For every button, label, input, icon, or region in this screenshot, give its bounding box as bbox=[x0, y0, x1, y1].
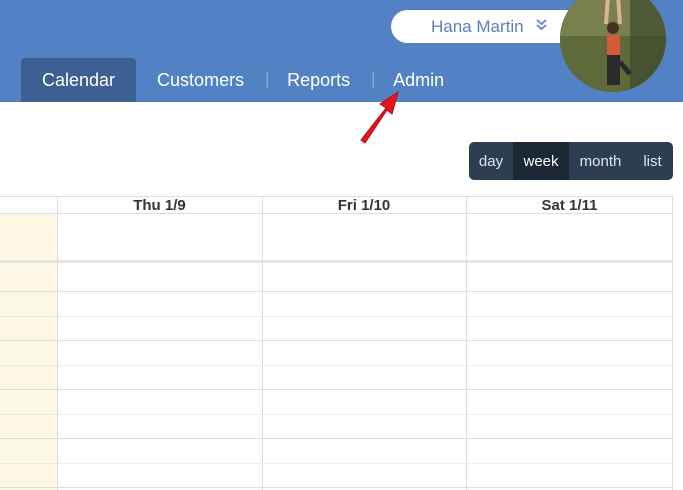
column-divider bbox=[672, 196, 673, 490]
slot-line bbox=[0, 365, 673, 366]
view-switcher: day week month list bbox=[469, 142, 673, 180]
day-header: Fri 1/10 bbox=[262, 196, 466, 214]
slot-line bbox=[0, 463, 673, 464]
column-divider bbox=[466, 196, 467, 490]
slot-line bbox=[0, 438, 673, 439]
double-chevron-down-icon bbox=[535, 19, 547, 34]
tab-calendar[interactable]: Calendar bbox=[21, 58, 137, 102]
view-month-button[interactable]: month bbox=[569, 142, 632, 180]
day-header: Sat 1/11 bbox=[466, 196, 673, 214]
slot-line bbox=[0, 316, 673, 317]
week-calendar-grid: Thu 1/9 Fri 1/10 Sat 1/11 bbox=[0, 196, 673, 490]
view-week-button[interactable]: week bbox=[513, 142, 569, 180]
column-divider bbox=[57, 196, 58, 490]
view-list-button[interactable]: list bbox=[632, 142, 673, 180]
allday-time-cell bbox=[0, 214, 57, 260]
slot-line bbox=[0, 414, 673, 415]
slot-line bbox=[0, 340, 673, 341]
column-divider bbox=[262, 196, 263, 490]
annotation-arrow-icon bbox=[360, 90, 399, 144]
day-header: Thu 1/9 bbox=[57, 196, 262, 214]
view-day-button[interactable]: day bbox=[469, 142, 513, 180]
time-slot-column bbox=[0, 263, 57, 490]
time-column-header bbox=[0, 196, 57, 214]
allday-divider bbox=[0, 260, 673, 263]
user-name: Hana Martin bbox=[431, 16, 524, 36]
slot-line bbox=[0, 291, 673, 292]
slot-line bbox=[0, 487, 673, 488]
tab-customers[interactable]: Customers bbox=[136, 58, 265, 102]
slot-line bbox=[0, 389, 673, 390]
